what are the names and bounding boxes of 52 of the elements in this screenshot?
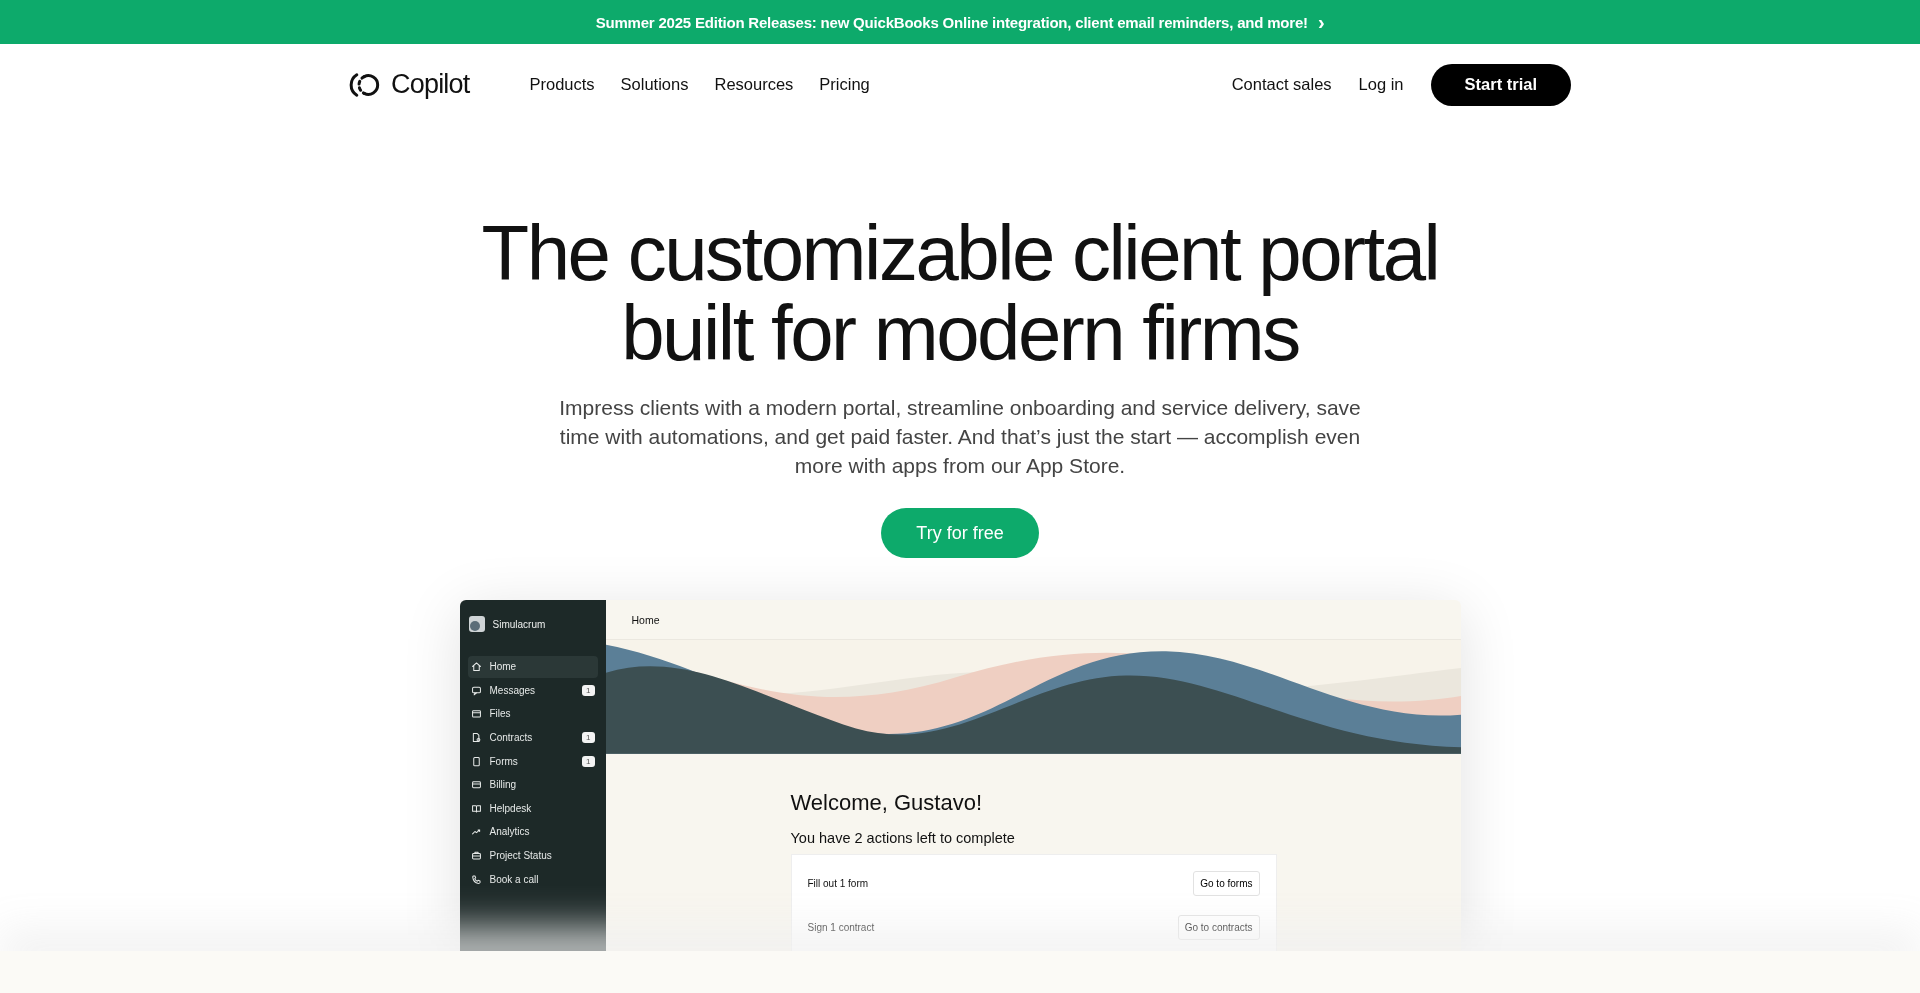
welcome-heading: Welcome, Gustavo!: [790, 790, 984, 816]
sidebar-item-label: Files: [489, 708, 512, 720]
sidebar-item-label: Contracts: [489, 732, 534, 744]
start-trial-button[interactable]: Start trial: [1430, 63, 1571, 106]
action-label: Sign 1 contract: [807, 921, 875, 933]
chat-bubble-icon: [470, 684, 482, 696]
sidebar-item-label: Home: [489, 661, 518, 673]
nav-link[interactable]: Pricing: [819, 75, 870, 94]
page-title: Home: [631, 613, 660, 626]
action-button[interactable]: Go to forms: [1193, 870, 1260, 896]
home-icon: [470, 661, 482, 673]
hero-subtitle: Impress clients with a modern portal, streamline onboarding and service delivery, save time with automations, and get paid faster. And that’s just the start — accomplish even more with apps from our App Store.: [558, 395, 1362, 479]
sidebar-item-label: Analytics: [489, 826, 531, 838]
logo[interactable]: Copilot: [349, 69, 470, 100]
sidebar-item-label: Messages: [489, 684, 537, 696]
nav-link[interactable]: Log in: [1358, 75, 1404, 94]
sidebar-item[interactable]: Contracts 1: [467, 726, 598, 749]
sidebar-item-label: Book a call: [489, 873, 540, 885]
folder-icon: [470, 708, 482, 720]
document-icon: [470, 732, 482, 744]
trend-line-icon: [470, 826, 482, 838]
open-book-icon: [470, 802, 482, 814]
briefcase-icon: [470, 850, 482, 862]
nav-link[interactable]: Contact sales: [1231, 75, 1332, 94]
action-label: Fill out 1 form: [807, 877, 869, 889]
nav-link[interactable]: Resources: [714, 75, 794, 94]
nav-link[interactable]: Solutions: [620, 75, 689, 94]
action-button[interactable]: Go to contracts: [1177, 914, 1260, 940]
count-badge: 1: [582, 684, 595, 696]
credit-card-icon: [470, 779, 482, 791]
phone-icon: [470, 873, 482, 885]
sidebar-item[interactable]: Analytics: [467, 821, 598, 843]
sidebar-item-label: Project Status: [489, 850, 553, 862]
sidebar-item[interactable]: Billing: [467, 773, 598, 796]
sidebar-item[interactable]: Book a call: [467, 868, 598, 890]
sidebar-item[interactable]: Helpdesk: [467, 797, 598, 820]
sidebar-item-label: Helpdesk: [489, 802, 533, 814]
sidebar-item[interactable]: Project Status: [467, 844, 598, 867]
sidebar-item[interactable]: Files: [467, 703, 598, 725]
count-badge: 1: [582, 732, 595, 744]
sidebar-item-label: Forms: [489, 755, 519, 767]
sidebar-item-label: Billing: [489, 779, 518, 791]
nav-link[interactable]: Products: [529, 75, 595, 94]
count-badge: 1: [582, 755, 595, 767]
clipboard-icon: [470, 755, 482, 767]
sidebar-item[interactable]: Messages 1: [467, 679, 598, 702]
sidebar-item[interactable]: Forms 1: [467, 750, 598, 772]
actions-heading: You have 2 actions left to complete: [790, 830, 1016, 846]
workspace-name: Simulacrum: [492, 618, 546, 630]
workspace-avatar-icon: [468, 616, 485, 632]
sidebar-item[interactable]: Home: [467, 656, 598, 678]
hero-title: The customizable client portal built for modern firms: [480, 213, 1440, 373]
